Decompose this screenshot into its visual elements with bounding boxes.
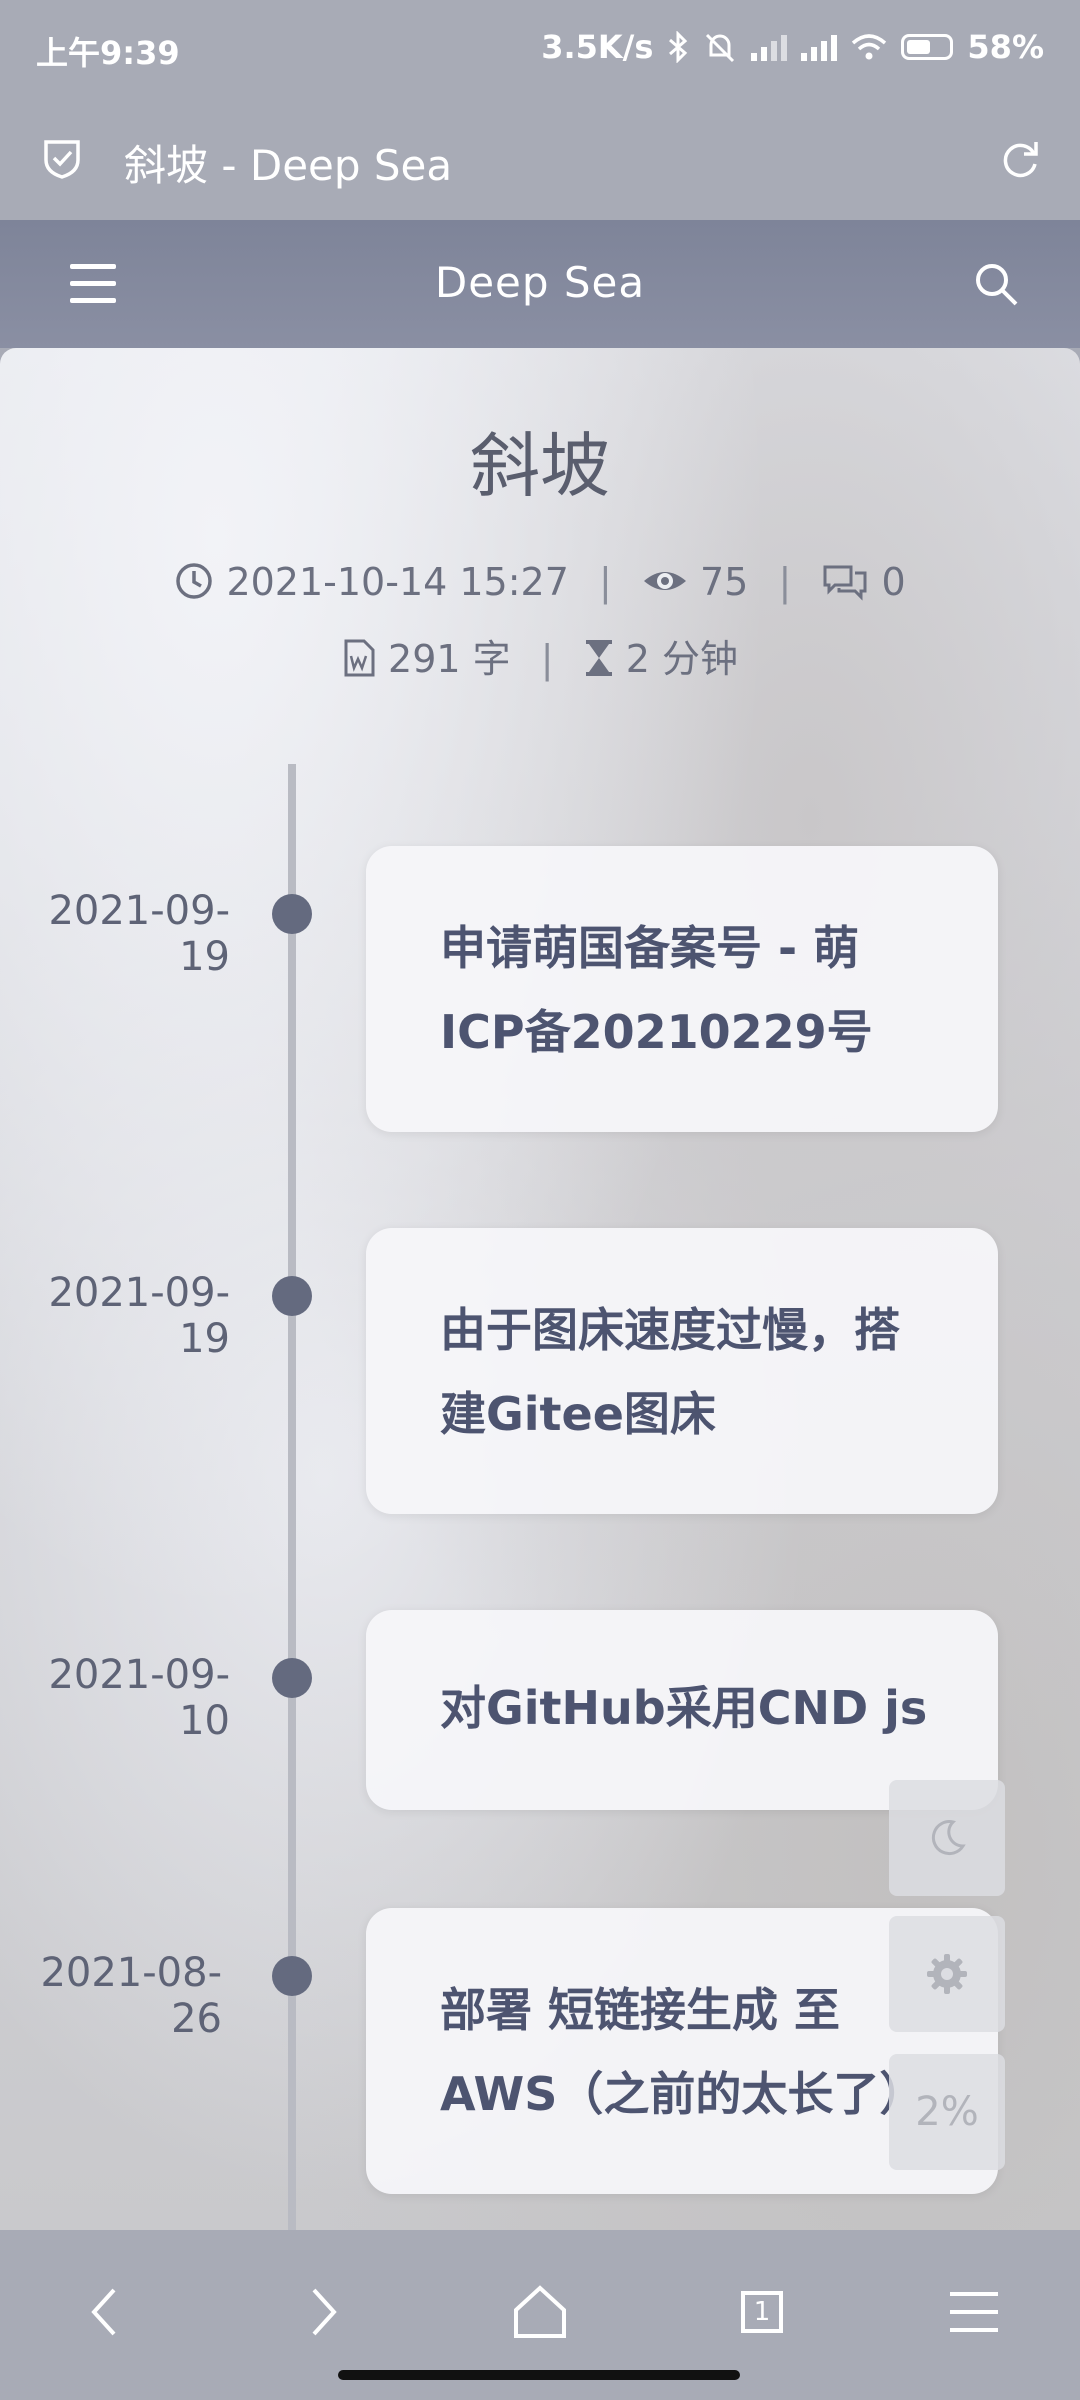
dark-mode-toggle[interactable] xyxy=(889,1780,1005,1896)
forward-arrow-icon[interactable] xyxy=(290,2280,354,2344)
status-bar: 上午9:39 3.5K/s 58% xyxy=(0,0,1080,96)
comments-icon xyxy=(823,565,867,601)
post-word-count: 291 字 xyxy=(388,637,511,681)
status-icons: 3.5K/s 58% xyxy=(541,28,1044,66)
meta-separator: | xyxy=(778,560,792,604)
gear-icon xyxy=(927,1954,967,1994)
post-meta-secondary: 291 字 | 2 分钟 xyxy=(0,628,1080,683)
eye-icon xyxy=(643,572,686,590)
timeline-card-text-line: 申请萌国备案号 - 萌 xyxy=(440,921,860,975)
timeline-card-text-line: 建Gitee图床 xyxy=(440,1387,716,1441)
timeline-card[interactable]: 由于图床速度过慢，搭 建Gitee图床 xyxy=(366,1228,998,1514)
home-indicator[interactable] xyxy=(338,2370,740,2380)
timeline-dot xyxy=(272,1956,312,1996)
browser-menu-icon[interactable] xyxy=(942,2280,1006,2344)
tabs-count: 1 xyxy=(753,2297,771,2327)
timeline-date: 2021-09-19 xyxy=(48,888,230,980)
timeline-dot xyxy=(272,1276,312,1316)
home-icon[interactable] xyxy=(508,2280,572,2344)
site-name[interactable]: Deep Sea xyxy=(0,258,1080,307)
scroll-percent-button[interactable]: 2% xyxy=(889,2054,1005,2170)
status-time: 上午9:39 xyxy=(36,34,180,72)
meta-separator: | xyxy=(598,560,612,604)
battery-percent: 58% xyxy=(967,28,1044,66)
post-views: 75 xyxy=(699,560,749,604)
back-arrow-icon[interactable] xyxy=(74,2280,138,2344)
hourglass-icon xyxy=(585,640,612,676)
timeline-card-text-line: AWS（之前的太长了） xyxy=(440,2067,926,2121)
mute-icon xyxy=(706,33,735,63)
meta-separator: | xyxy=(540,637,554,681)
timeline-card-text-line: 部署 短链接生成 至 xyxy=(440,1983,841,2037)
network-speed: 3.5K/s xyxy=(541,28,654,66)
tabs-button[interactable]: 1 xyxy=(730,2280,794,2344)
word-document-icon xyxy=(344,639,375,677)
timeline-card-text-line: ICP备20210229号 xyxy=(440,1005,873,1059)
timeline-card[interactable]: 申请萌国备案号 - 萌 ICP备20210229号 xyxy=(366,846,998,1132)
signal-icon-2 xyxy=(801,33,838,61)
timeline-date: 2021-09-19 xyxy=(48,1270,230,1362)
shield-check-icon[interactable] xyxy=(40,136,84,180)
wifi-icon xyxy=(852,34,887,60)
timeline-card-text-line: 对GitHub采用CND js xyxy=(440,1681,928,1735)
timeline-dot xyxy=(272,894,312,934)
site-header: Deep Sea xyxy=(0,220,1080,348)
page-content: 斜坡 2021-10-14 15:27 | 75 | 0 291 字 | 2 分… xyxy=(0,348,1080,2230)
reload-icon[interactable] xyxy=(996,134,1044,182)
timeline-dot xyxy=(272,1658,312,1698)
post-meta-primary: 2021-10-14 15:27 | 75 | 0 xyxy=(0,560,1080,604)
timeline-line xyxy=(288,764,296,2230)
browser-address-bar: 斜坡 - Deep Sea xyxy=(0,96,1080,220)
moon-icon xyxy=(931,1820,966,1856)
signal-icon xyxy=(751,33,788,61)
post-title: 斜坡 xyxy=(470,425,610,507)
settings-button[interactable] xyxy=(889,1916,1005,2032)
timeline-date: 2021-09-10 xyxy=(48,1652,230,1744)
post-date: 2021-10-14 15:27 xyxy=(226,560,569,604)
tabs-icon: 1 xyxy=(741,2291,783,2333)
search-icon[interactable] xyxy=(972,260,1020,308)
bluetooth-icon xyxy=(669,31,688,63)
timeline-card-text-line: 由于图床速度过慢，搭 xyxy=(440,1303,900,1357)
browser-page-title[interactable]: 斜坡 - Deep Sea xyxy=(124,132,452,193)
clock-icon xyxy=(176,563,213,599)
post-comments: 0 xyxy=(881,560,906,604)
post-read-time: 2 分钟 xyxy=(625,637,739,681)
battery-icon xyxy=(901,34,954,60)
scroll-percent: 2% xyxy=(915,2089,979,2135)
timeline-date: 2021-08-26 xyxy=(40,1950,222,2042)
